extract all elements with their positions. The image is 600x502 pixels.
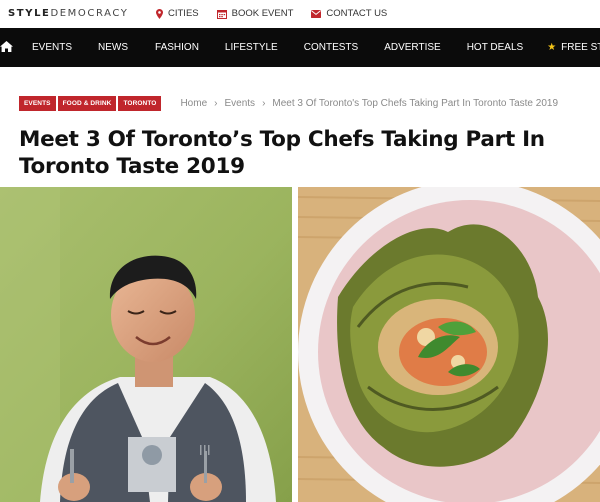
cities-label: CITIES <box>168 8 199 19</box>
breadcrumb-separator: › <box>214 97 218 109</box>
book-event-link[interactable]: BOOK EVENT <box>216 8 294 19</box>
star-icon: ★ <box>547 42 557 53</box>
nav-item-label: CONTESTS <box>303 42 359 53</box>
utility-bar: STYLEDEMOCRACY CITIES BOOK EVENT CONTACT… <box>0 0 600 28</box>
map-pin-icon <box>156 8 163 19</box>
nav-item-label: NEWS <box>98 42 129 53</box>
nav-item-label: LIFESTYLE <box>224 42 278 53</box>
nav-item-hot-deals[interactable]: HOT DEALS <box>467 28 524 67</box>
breadcrumb-home[interactable]: Home <box>180 98 207 109</box>
cities-link[interactable]: CITIES <box>156 8 199 19</box>
tag-toronto[interactable]: TORONTO <box>118 95 162 111</box>
dish-image <box>298 187 600 502</box>
page-title-line-1: Meet 3 Of Toronto’s Top Chefs Taking Par… <box>19 127 545 152</box>
nav-item-label: FREE STUFF <box>561 42 600 53</box>
utility-links: CITIES BOOK EVENT CONTACT US <box>156 8 405 19</box>
chef-portrait-image <box>0 187 292 502</box>
nav-item-advertise[interactable]: ADVERTISE <box>384 28 441 67</box>
nav-item-label: FASHION <box>155 42 199 53</box>
nav-item-lifestyle[interactable]: LIFESTYLE <box>225 28 278 67</box>
breadcrumb: Home › Events › Meet 3 Of Toronto's Top … <box>180 98 558 109</box>
nav-item-label: ADVERTISE <box>384 42 441 53</box>
tag-and-breadcrumb-row: EVENTS FOOD & DRINK TORONTO Home › Event… <box>19 95 558 111</box>
breadcrumb-events[interactable]: Events <box>224 98 255 109</box>
nav-item-fashion[interactable]: FASHION <box>155 28 199 67</box>
home-icon <box>0 39 13 57</box>
book-event-label: BOOK EVENT <box>231 8 294 19</box>
nav-item-label: EVENTS <box>32 42 73 53</box>
main-nav: EVENTS NEWS FASHION LIFESTYLE CONTESTS A… <box>0 28 600 67</box>
nav-item-events[interactable]: EVENTS <box>32 28 72 67</box>
logo-style: STYLE <box>8 8 51 19</box>
nav-item-free-stuff[interactable]: ★ FREE STUFF <box>547 28 600 67</box>
nav-item-label: HOT DEALS <box>466 42 524 53</box>
breadcrumb-current: Meet 3 Of Toronto's Top Chefs Taking Par… <box>272 97 559 109</box>
site-logo[interactable]: STYLEDEMOCRACY <box>8 8 129 19</box>
logo-democracy: DEMOCRACY <box>50 8 129 19</box>
nav-items: EVENTS NEWS FASHION LIFESTYLE CONTESTS A… <box>13 28 600 67</box>
calendar-icon <box>216 9 227 19</box>
breadcrumb-separator: › <box>262 97 266 109</box>
tag-food-drink[interactable]: FOOD & DRINK <box>57 95 117 111</box>
nav-item-news[interactable]: NEWS <box>98 28 128 67</box>
home-button[interactable] <box>0 28 13 67</box>
contact-us-label: CONTACT US <box>326 8 388 19</box>
nav-item-contests[interactable]: CONTESTS <box>304 28 358 67</box>
envelope-icon <box>311 9 322 18</box>
tag-events[interactable]: EVENTS <box>19 95 56 111</box>
contact-us-link[interactable]: CONTACT US <box>311 8 387 19</box>
page-title-line-2: Toronto Taste 2019 <box>19 154 245 179</box>
page-title: Meet 3 Of Toronto’s Top Chefs Taking Par… <box>19 126 579 180</box>
